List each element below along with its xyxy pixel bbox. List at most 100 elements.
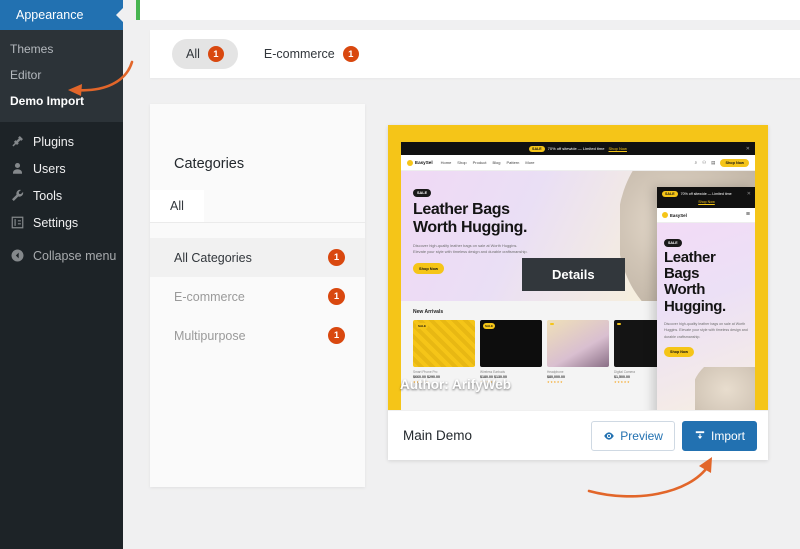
tab-e-commerce-label: E-commerce — [263, 47, 335, 61]
site-announcement-bar: SALE 70% off sitewide — Limited time Sho… — [401, 142, 755, 155]
site-nav-product: Product — [472, 160, 487, 165]
mobile-brand: EasySel — [670, 212, 687, 218]
search-icon: ⌕ — [694, 160, 698, 165]
submenu-item-editor[interactable]: Editor — [0, 62, 123, 88]
product-price: $80,000.00 — [547, 375, 565, 379]
submenu-item-themes[interactable]: Themes — [0, 36, 123, 62]
sidebar-item-plugins[interactable]: Plugins — [0, 128, 123, 155]
product-image: SALE — [413, 320, 475, 367]
demo-mobile-preview: SALE 70% off sitewide — Limited time Sho… — [657, 187, 755, 410]
category-item-all-categories-label: All Categories — [174, 250, 252, 265]
product-name: Headphone — [547, 370, 564, 374]
sidebar-item-settings[interactable]: Settings — [0, 209, 123, 236]
main-content: All 1 E-commerce 1 Categories All All Ca… — [123, 0, 800, 549]
mobile-hero-line2: Bags — [664, 265, 700, 283]
admin-notice-strip — [136, 0, 800, 20]
admin-sidebar: Appearance Themes Editor Demo Import Plu… — [0, 0, 124, 549]
product-tag — [550, 323, 554, 325]
site-nav-pattern: Pattern — [506, 160, 520, 165]
product-tag: SALE — [483, 323, 496, 329]
category-item-e-commerce[interactable]: E-commerce 1 — [150, 277, 365, 316]
tab-e-commerce-count: 1 — [342, 46, 359, 62]
plug-icon — [8, 133, 26, 151]
site-nav-more: More — [525, 160, 535, 165]
product-card: Headphone $80,000.00 ★★★★★ — [547, 320, 609, 384]
category-item-multipurpose-label: Multipurpose — [174, 328, 246, 343]
sidebar-active-arrow-icon — [116, 7, 124, 23]
details-overlay-button[interactable]: Details — [522, 258, 625, 291]
mobile-hero-text: Discover high-quality leather bags on sa… — [664, 321, 748, 339]
wrench-icon — [8, 187, 26, 205]
site-announcement-text: 70% off sitewide — Limited time — [547, 146, 605, 151]
site-brand: EasySel — [415, 160, 433, 165]
sidebar-item-users[interactable]: Users — [0, 155, 123, 182]
hero-sale-tag: SALE — [413, 189, 432, 197]
category-item-all-categories-count: 1 — [328, 249, 345, 266]
import-button[interactable]: Import — [681, 420, 757, 451]
site-nav-shop: Shop — [457, 160, 467, 165]
appearance-submenu: Themes Editor Demo Import — [0, 30, 123, 122]
close-icon: ✕ — [746, 191, 751, 197]
site-nav-right: ⌕ ⚇ ▤ Shop Now — [694, 158, 749, 167]
user-icon — [8, 160, 26, 178]
mobile-announcement-bar: SALE 70% off sitewide — Limited time Sho… — [657, 187, 755, 208]
site-nav-home: Home — [440, 160, 452, 165]
mobile-hero-line4: Hugging. — [664, 297, 726, 315]
site-nav-blog: Blog — [492, 160, 501, 165]
demo-author-overlay: Author: ArifyWeb — [400, 377, 511, 392]
sidebar-item-tools-label: Tools — [33, 188, 63, 203]
categories-tab-all[interactable]: All — [150, 190, 204, 222]
product-card: SALE Smart Phone Pro $660.00 $290.00 ★★★… — [413, 320, 475, 384]
mobile-hero-heading: Leather Bags Worth Hugging. — [664, 249, 748, 315]
demo-card-title: Main Demo — [403, 428, 473, 443]
categories-panel: Categories All All Categories 1 E-commer… — [150, 104, 365, 487]
sidebar-item-collapse-menu[interactable]: Collapse menu — [0, 242, 123, 269]
preview-button-label: Preview — [620, 428, 663, 443]
hero-heading-line1: Leather Bags — [413, 201, 510, 218]
mobile-hero-tag: SALE — [664, 239, 682, 247]
categories-tabrow: All — [150, 190, 365, 223]
tab-all-count: 1 — [207, 46, 224, 62]
product-name: Wireless Earbuds — [480, 370, 505, 374]
category-item-multipurpose-count: 1 — [328, 327, 345, 344]
eye-icon — [604, 431, 615, 440]
categories-list: All Categories 1 E-commerce 1 Multipurpo… — [150, 238, 365, 355]
tab-e-commerce[interactable]: E-commerce 1 — [250, 39, 373, 69]
preview-button[interactable]: Preview — [591, 420, 675, 451]
product-card: SALE Wireless Earbuds $180.00 $130.00 ★★… — [480, 320, 542, 384]
site-announcement-tag: SALE — [529, 145, 545, 152]
mobile-navbar: EasySel ≡ — [657, 208, 755, 223]
hero-cta: Shop Now — [413, 263, 445, 275]
product-name: Smart Phone Pro — [413, 370, 438, 374]
category-item-e-commerce-label: E-commerce — [174, 289, 245, 304]
demo-card-actions: Preview Import — [591, 420, 757, 451]
site-nav-cta: Shop Now — [720, 158, 749, 167]
category-item-all-categories[interactable]: All Categories 1 — [150, 238, 365, 277]
mobile-announcement-text: 70% off sitewide — Limited time — [680, 192, 732, 196]
submenu-item-demo-import[interactable]: Demo Import — [0, 88, 123, 114]
product-tag: SALE — [416, 323, 429, 329]
tab-all-label: All — [186, 47, 200, 61]
demo-thumbnail[interactable]: SALE 70% off sitewide — Limited time Sho… — [388, 125, 768, 410]
import-button-label: Import — [710, 428, 745, 443]
hero-text: Discover high-quality leather bags on sa… — [413, 242, 528, 255]
mobile-announcement-tag: SALE — [662, 191, 678, 197]
sidebar-item-tools[interactable]: Tools — [0, 182, 123, 209]
sidebar-item-appearance-label: Appearance — [16, 8, 84, 22]
sidebar-item-collapse-menu-label: Collapse menu — [33, 248, 117, 263]
import-icon — [695, 430, 705, 439]
category-item-multipurpose[interactable]: Multipurpose 1 — [150, 316, 365, 355]
hero-heading-line2: Worth Hugging. — [413, 218, 528, 236]
demo-card[interactable]: SALE 70% off sitewide — Limited time Sho… — [388, 125, 768, 460]
account-icon: ⚇ — [702, 159, 707, 165]
mobile-hero-cta: Shop Now — [664, 347, 695, 358]
product-image: SALE — [480, 320, 542, 367]
sidebar-item-plugins-label: Plugins — [33, 134, 74, 149]
sliders-icon — [8, 214, 26, 232]
tab-all[interactable]: All 1 — [172, 39, 238, 69]
hamburger-menu-icon: ≡ — [745, 211, 750, 219]
mobile-hero-photo — [695, 367, 755, 410]
category-item-e-commerce-count: 1 — [328, 288, 345, 305]
sidebar-item-appearance[interactable]: Appearance — [0, 0, 124, 37]
site-announcement-link: Shop Now — [608, 146, 627, 151]
